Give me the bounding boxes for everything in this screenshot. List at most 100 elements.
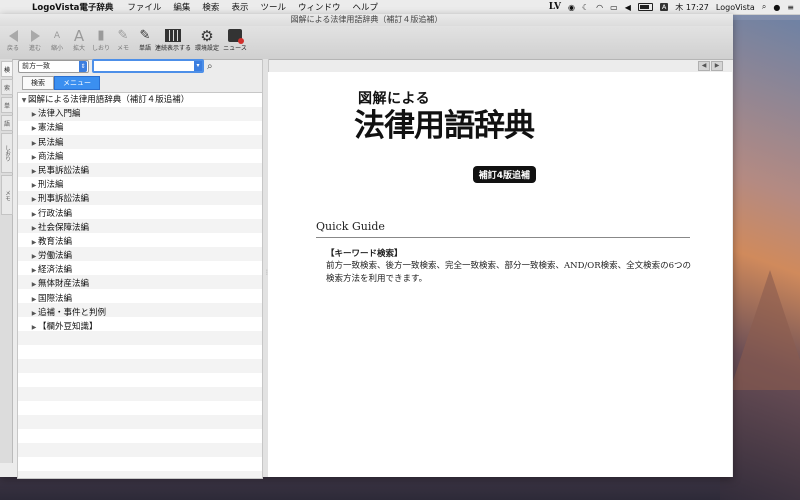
- tab-word-vertical[interactable]: 単: [1, 97, 13, 113]
- bookmark-label: しおり: [91, 45, 110, 52]
- tree-item[interactable]: ▶ 刑法編: [18, 178, 262, 192]
- disclosure-closed-icon[interactable]: ▶: [30, 278, 38, 292]
- disclosure-closed-icon[interactable]: ▶: [30, 307, 38, 321]
- tree-item-label: 【欄外豆知識】: [38, 322, 98, 332]
- wordbook-button[interactable]: ✎ 単語: [134, 26, 156, 53]
- grid-icon: [165, 29, 181, 42]
- tab-memo-vertical[interactable]: メモ: [1, 175, 13, 215]
- app-window: 図解による法律用語辞典（補訂４版追補） 戻る 進む A 縮小 A 拡大 ▮ しお…: [0, 14, 733, 479]
- tree-item[interactable]: ▶ 行政法編: [18, 207, 262, 221]
- tree-item[interactable]: ▶ 憲法編: [18, 121, 262, 135]
- tree-item-label: 労働法編: [38, 251, 73, 262]
- continuous-display-button[interactable]: 連続表示する: [155, 26, 191, 53]
- news-button[interactable]: ニュース: [223, 26, 247, 53]
- disclosure-closed-icon[interactable]: ▶: [30, 151, 38, 165]
- tree-root[interactable]: ▼ 図解による法律用語辞典（補訂４版追補）: [18, 93, 262, 107]
- menu-window[interactable]: ウィンドウ: [292, 1, 347, 13]
- shrink-label: 縮小: [50, 45, 63, 52]
- tab-search[interactable]: 検索: [22, 76, 54, 90]
- keyword-search-body: 前方一致検索、後方一致検索、完全一致検索、部分一致検索、AND/OR検索、全文検…: [326, 261, 692, 284]
- tree-item-label: 憲法編: [38, 123, 64, 134]
- tab-vocab-vertical[interactable]: 語: [1, 115, 13, 131]
- chevron-down-icon[interactable]: ▾: [194, 61, 202, 71]
- input-source-icon[interactable]: A: [659, 3, 669, 11]
- toolbar: 戻る 進む A 縮小 A 拡大 ▮ しおり ✎ メモ ✎ 単語 連続表示する ⚙…: [0, 26, 733, 60]
- menu-app-name[interactable]: LogoVista電子辞典: [26, 1, 121, 13]
- clock-text[interactable]: 木 17:27: [675, 2, 709, 13]
- menu-view[interactable]: 表示: [225, 1, 254, 13]
- tab-bookmark-vertical[interactable]: しおり: [1, 133, 13, 173]
- disclosure-closed-icon[interactable]: ▶: [30, 208, 38, 222]
- disclosure-open-icon[interactable]: ▼: [20, 94, 28, 108]
- disclosure-closed-icon[interactable]: ▶: [30, 222, 38, 236]
- memo-button[interactable]: ✎ メモ: [112, 26, 134, 53]
- menu-help[interactable]: ヘルプ: [346, 1, 384, 13]
- sync-icon[interactable]: ◉: [568, 3, 575, 12]
- tree-root-label: 図解による法律用語辞典（補訂４版追補）: [28, 95, 190, 105]
- tab-index-vertical[interactable]: 索: [1, 79, 13, 95]
- wifi-icon[interactable]: ◠: [596, 3, 603, 12]
- disclosure-closed-icon[interactable]: ▶: [30, 321, 38, 335]
- prev-page-icon[interactable]: ◀: [698, 61, 710, 71]
- battery-icon[interactable]: [637, 3, 653, 11]
- tree-item[interactable]: ▶ 法律入門編: [18, 107, 262, 121]
- tree-item[interactable]: ▶ 【欄外豆知識】: [18, 320, 262, 334]
- settings-label: 環境設定: [194, 45, 219, 52]
- tree-item[interactable]: ▶ 教育法編: [18, 235, 262, 249]
- tree-item[interactable]: ▶ 経済法編: [18, 263, 262, 277]
- disclosure-closed-icon[interactable]: ▶: [30, 122, 38, 136]
- disclosure-closed-icon[interactable]: ▶: [30, 179, 38, 193]
- spotlight-icon[interactable]: ⌕: [762, 2, 766, 12]
- search-mode-select[interactable]: 前方一致 ⇕: [18, 59, 89, 73]
- next-page-icon[interactable]: ▶: [711, 61, 723, 71]
- airplay-icon[interactable]: ▭: [610, 3, 618, 12]
- enlarge-button[interactable]: A 拡大: [68, 26, 90, 53]
- moon-icon[interactable]: ☾: [582, 3, 589, 12]
- forward-button[interactable]: 進む: [24, 26, 46, 53]
- disclosure-closed-icon[interactable]: ▶: [30, 108, 38, 122]
- disclosure-closed-icon[interactable]: ▶: [30, 293, 38, 307]
- tree-item[interactable]: ▶ 国際法編: [18, 292, 262, 306]
- tree-item[interactable]: ▶ 刑事訴訟法編: [18, 192, 262, 206]
- lv-status-icon[interactable]: LV: [549, 2, 561, 12]
- small-a-icon: A: [53, 30, 61, 41]
- disclosure-closed-icon[interactable]: ▶: [30, 250, 38, 264]
- user-name[interactable]: LogoVista: [716, 3, 755, 12]
- search-icon[interactable]: ⌕: [207, 61, 213, 72]
- tree-item-label: 法律入門編: [38, 109, 81, 120]
- menu-file[interactable]: ファイル: [121, 1, 167, 13]
- tab-menu[interactable]: メニュー: [54, 76, 100, 90]
- volume-icon[interactable]: ◀: [625, 3, 631, 12]
- tree-item[interactable]: ▶ 追補・事件と判例: [18, 306, 262, 320]
- menu-edit[interactable]: 編集: [167, 1, 196, 13]
- shrink-button[interactable]: A 縮小: [46, 26, 68, 53]
- tab-search-vertical[interactable]: 検: [1, 61, 13, 77]
- disclosure-closed-icon[interactable]: ▶: [30, 193, 38, 207]
- disclosure-closed-icon[interactable]: ▶: [30, 137, 38, 151]
- tree-item-label: 無体財産法編: [38, 279, 90, 290]
- tree-item[interactable]: ▶ 労働法編: [18, 249, 262, 263]
- disclosure-closed-icon[interactable]: ▶: [30, 236, 38, 250]
- menu-search[interactable]: 検索: [196, 1, 225, 13]
- tree-item[interactable]: ▶ 民法編: [18, 136, 262, 150]
- tree-item[interactable]: ▶ 商法編: [18, 150, 262, 164]
- tree-item-label: 追補・事件と判例: [38, 307, 107, 318]
- title-big: 法律用語辞典: [354, 108, 535, 144]
- disclosure-closed-icon[interactable]: ▶: [30, 165, 38, 179]
- siri-icon[interactable]: ●: [773, 3, 780, 12]
- tree-item[interactable]: ▶ 社会保障法編: [18, 221, 262, 235]
- disclosure-closed-icon[interactable]: ▶: [30, 264, 38, 278]
- tree-item-label: 経済法編: [38, 265, 73, 276]
- dictionary-title-logo: 図解による 法律用語辞典 補訂4版追補: [354, 88, 536, 183]
- tree-item[interactable]: ▶ 無体財産法編: [18, 277, 262, 291]
- back-button[interactable]: 戻る: [2, 26, 24, 53]
- search-input[interactable]: ▾: [92, 59, 204, 73]
- status-area: LV ◉ ☾ ◠ ▭ ◀ A 木 17:27 LogoVista ⌕ ● ≡: [549, 2, 800, 13]
- menu-tools[interactable]: ツール: [254, 1, 292, 13]
- notification-center-icon[interactable]: ≡: [787, 3, 794, 12]
- settings-button[interactable]: ⚙ 環境設定: [190, 26, 224, 53]
- tree-item[interactable]: ▶ 民事訴訟法編: [18, 164, 262, 178]
- memo-label: メモ: [116, 45, 129, 52]
- tree-item-label: 商法編: [38, 151, 64, 162]
- bookmark-button[interactable]: ▮ しおり: [90, 26, 112, 53]
